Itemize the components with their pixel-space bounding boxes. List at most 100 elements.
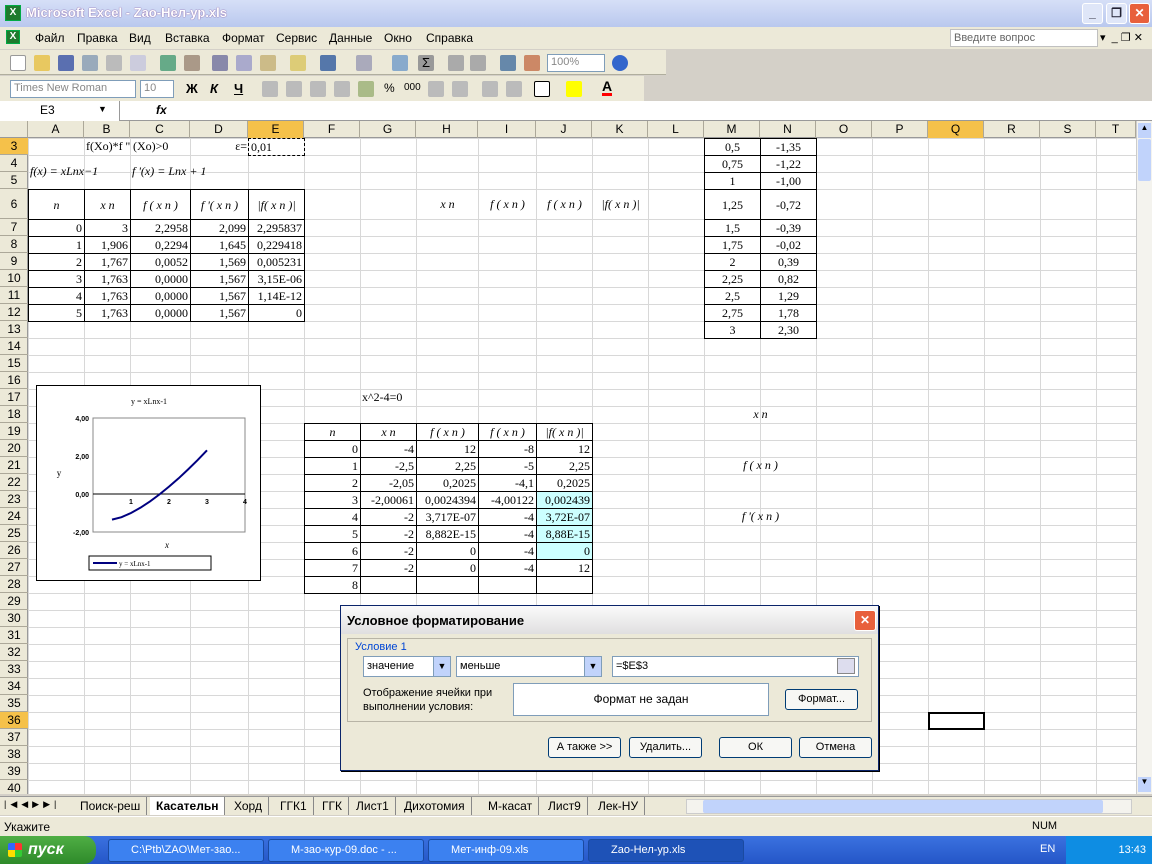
align-center-icon[interactable] bbox=[286, 81, 302, 97]
table-cell[interactable]: -4 bbox=[478, 525, 537, 543]
table-cell[interactable]: 2 bbox=[28, 253, 85, 271]
vertical-scrollbar[interactable]: ▲ ▼ bbox=[1136, 121, 1152, 794]
zoom-select[interactable]: 100% bbox=[547, 54, 605, 72]
menu-item[interactable]: Окно bbox=[384, 31, 412, 45]
row-header[interactable]: 17 bbox=[0, 389, 28, 406]
column-header[interactable]: G bbox=[360, 121, 416, 138]
function-formula[interactable]: f(x) = xLnx−1 bbox=[28, 163, 131, 181]
scroll-down-icon[interactable]: ▼ bbox=[1138, 777, 1151, 792]
table-header[interactable]: n bbox=[304, 423, 361, 441]
table-cell[interactable] bbox=[416, 576, 479, 594]
table-cell[interactable]: 0 bbox=[248, 304, 305, 322]
table-cell[interactable]: 1,767 bbox=[84, 253, 131, 271]
taskbar-item[interactable]: Мет-инф-09.xls bbox=[428, 839, 584, 862]
paste-icon[interactable] bbox=[260, 55, 276, 71]
table-cell[interactable]: 1,29 bbox=[760, 287, 817, 305]
table-cell[interactable]: 12 bbox=[416, 440, 479, 458]
table-cell[interactable]: 1,906 bbox=[84, 236, 131, 254]
column-header[interactable]: P bbox=[872, 121, 928, 138]
undo-icon[interactable] bbox=[320, 55, 336, 71]
range-select-icon[interactable] bbox=[837, 658, 855, 674]
table-cell[interactable]: 1,763 bbox=[84, 270, 131, 288]
maximize-button[interactable]: ❐ bbox=[1106, 3, 1127, 24]
language-indicator[interactable]: EN bbox=[1040, 843, 1055, 855]
sheet-tab[interactable]: Хорд bbox=[228, 797, 269, 815]
table-cell[interactable]: -2,5 bbox=[360, 457, 417, 475]
table-cell[interactable] bbox=[536, 576, 593, 594]
delete-button[interactable]: Удалить... bbox=[629, 737, 702, 758]
table-cell[interactable]: -1,35 bbox=[760, 138, 817, 156]
table-cell[interactable]: 1 bbox=[304, 457, 361, 475]
column-header[interactable]: K bbox=[592, 121, 648, 138]
column-header[interactable]: N bbox=[760, 121, 816, 138]
row-header[interactable]: 25 bbox=[0, 525, 28, 542]
table-header[interactable]: |f( x n )| bbox=[536, 423, 593, 441]
table-header[interactable]: |f( x n )| bbox=[592, 189, 649, 220]
table-cell[interactable]: 0,2025 bbox=[416, 474, 479, 492]
redo-icon[interactable] bbox=[356, 55, 372, 71]
column-header[interactable]: F bbox=[304, 121, 360, 138]
table-cell[interactable]: 1 bbox=[704, 172, 761, 190]
column-header[interactable]: B bbox=[84, 121, 130, 138]
taskbar-item[interactable]: М-зао-кур-09.doc - ... bbox=[268, 839, 424, 862]
table-header[interactable]: f ( x n ) bbox=[478, 423, 537, 441]
row-header[interactable]: 37 bbox=[0, 729, 28, 746]
increase-decimal-icon[interactable] bbox=[428, 81, 444, 97]
taskbar-item[interactable]: C:\Ptb\ZAO\Мет-зао... bbox=[108, 839, 264, 862]
column-header[interactable]: R bbox=[984, 121, 1040, 138]
table-cell[interactable]: 2,30 bbox=[760, 321, 817, 339]
active-cell-cursor[interactable] bbox=[928, 712, 985, 730]
row-header[interactable]: 33 bbox=[0, 661, 28, 678]
table-cell[interactable]: -4 bbox=[360, 440, 417, 458]
table-cell[interactable]: 3 bbox=[304, 491, 361, 509]
sort-desc-icon[interactable] bbox=[470, 55, 486, 71]
new-icon[interactable] bbox=[10, 55, 26, 71]
row-header[interactable]: 27 bbox=[0, 559, 28, 576]
column-header[interactable]: S bbox=[1040, 121, 1096, 138]
select-all-button[interactable] bbox=[0, 121, 28, 138]
table-cell[interactable]: 1,763 bbox=[84, 287, 131, 305]
research-icon[interactable] bbox=[184, 55, 200, 71]
help-icon[interactable] bbox=[612, 55, 628, 71]
close-button[interactable]: ✕ bbox=[1129, 3, 1150, 24]
formula-bar[interactable] bbox=[0, 101, 1152, 121]
chevron-down-icon[interactable]: ▼ bbox=[584, 657, 601, 676]
row-header[interactable]: 21 bbox=[0, 457, 28, 474]
column-header[interactable]: E bbox=[248, 121, 304, 138]
table-header[interactable]: n bbox=[28, 189, 85, 220]
column-header[interactable]: I bbox=[478, 121, 536, 138]
table-cell[interactable]: -2 bbox=[360, 542, 417, 560]
row-header[interactable]: 14 bbox=[0, 338, 28, 355]
row-header[interactable]: 3 bbox=[0, 138, 28, 155]
align-left-icon[interactable] bbox=[262, 81, 278, 97]
table-cell[interactable]: 2 bbox=[704, 253, 761, 271]
cancel-button[interactable]: Отмена bbox=[799, 737, 872, 758]
table-cell[interactable]: 1,567 bbox=[190, 287, 249, 305]
table-header[interactable]: x n bbox=[84, 189, 131, 220]
underline-button[interactable]: Ч bbox=[234, 81, 243, 96]
spelling-icon[interactable] bbox=[160, 55, 176, 71]
hscroll-thumb[interactable] bbox=[703, 800, 1103, 813]
decrease-decimal-icon[interactable] bbox=[452, 81, 468, 97]
table-cell[interactable] bbox=[360, 576, 417, 594]
table-cell[interactable]: 0,0000 bbox=[130, 304, 191, 322]
italic-button[interactable]: К bbox=[210, 81, 218, 96]
table-cell[interactable]: 3 bbox=[28, 270, 85, 288]
table-cell[interactable]: 2,25 bbox=[704, 270, 761, 288]
print-icon[interactable] bbox=[106, 55, 122, 71]
column-header[interactable]: J bbox=[536, 121, 592, 138]
table-cell[interactable]: 8,88E-15 bbox=[536, 525, 593, 543]
table-cell[interactable]: 1,645 bbox=[190, 236, 249, 254]
menu-item[interactable]: Формат bbox=[222, 31, 265, 45]
column-header[interactable]: O bbox=[816, 121, 872, 138]
autosum-icon[interactable]: Σ bbox=[418, 55, 434, 71]
ask-question-input[interactable]: Введите вопрос bbox=[950, 29, 1098, 47]
decrease-indent-icon[interactable] bbox=[482, 81, 498, 97]
table-cell[interactable]: -4 bbox=[478, 508, 537, 526]
table-cell[interactable]: 0,0024394 bbox=[416, 491, 479, 509]
table-cell[interactable]: 5 bbox=[28, 304, 85, 322]
table-cell[interactable]: 0,75 bbox=[704, 155, 761, 173]
column-header[interactable]: A bbox=[28, 121, 84, 138]
row-header[interactable]: 19 bbox=[0, 423, 28, 440]
table-cell[interactable]: 0,39 bbox=[760, 253, 817, 271]
